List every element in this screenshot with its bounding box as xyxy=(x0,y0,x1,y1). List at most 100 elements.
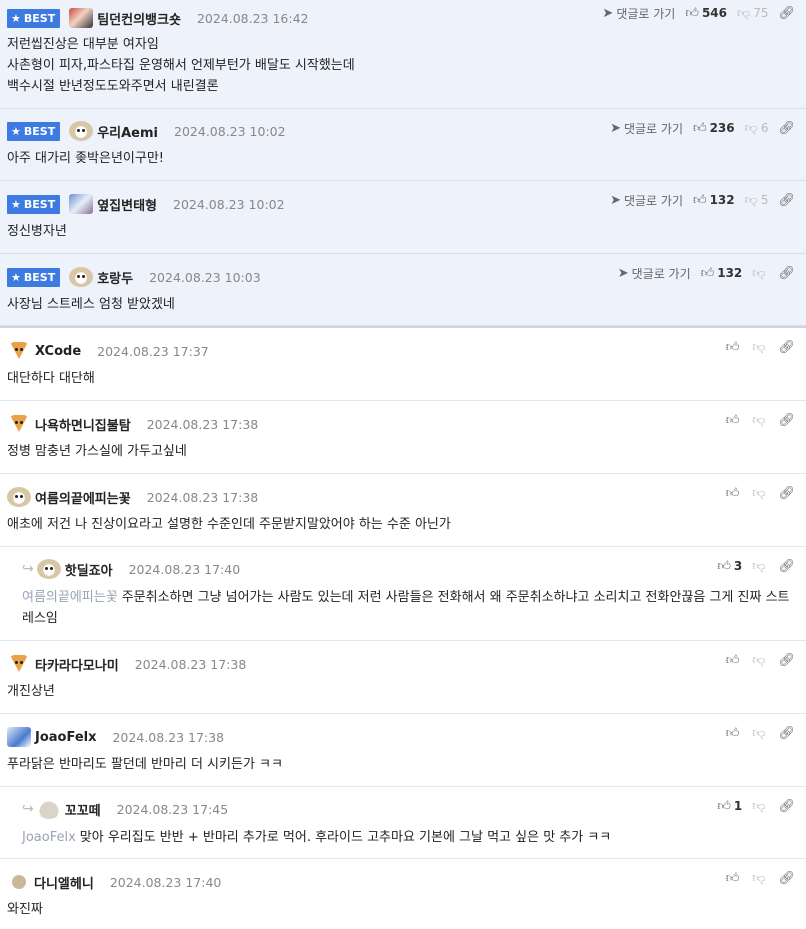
share-link-button[interactable]: 🔗︎ xyxy=(778,486,798,501)
comment: 다니엘헤니 2024.08.23 17:40 👍︎ 👎︎ 🔗︎ 와진짜 xyxy=(0,859,806,928)
nickname[interactable]: 나욕하면니집불탐 xyxy=(35,415,131,434)
like-button[interactable]: 👍︎ 236 xyxy=(693,121,735,136)
comment-body: 정병 맘충년 가스실에 가두고싶네 xyxy=(7,444,187,459)
goto-reply-link[interactable]: ➤ 댓글로 가기 xyxy=(602,5,675,22)
avatar[interactable] xyxy=(69,194,94,214)
comment-actions: 👍︎ 👎︎ 🔗︎ xyxy=(716,724,798,742)
best-badge: ★ BEST xyxy=(7,121,61,141)
share-link-button[interactable]: 🔗︎ xyxy=(778,799,798,814)
avatar[interactable] xyxy=(7,487,31,507)
comment-actions: ➤ 댓글로 가기 👍︎ 236 👎︎ 6 🔗︎ xyxy=(600,119,798,137)
avatar[interactable] xyxy=(36,559,61,579)
dislike-button[interactable]: 👎︎ 75 xyxy=(737,6,768,21)
dislike-button[interactable]: 👎︎ xyxy=(752,726,768,741)
nickname[interactable]: 우리Aemi xyxy=(97,122,158,141)
nickname[interactable]: 옆집변태형 xyxy=(97,195,157,214)
dislike-button[interactable]: 👎︎ xyxy=(752,340,768,355)
dislike-button[interactable]: 👎︎ xyxy=(752,486,768,501)
share-link-button[interactable]: 🔗︎ xyxy=(778,6,798,21)
link-icon: 🔗︎ xyxy=(778,798,795,814)
avatar[interactable] xyxy=(69,8,94,28)
like-button[interactable]: 👍︎ 546 xyxy=(685,6,727,21)
dislike-button[interactable]: 👎︎ xyxy=(752,413,768,428)
comment-date: 2024.08.23 17:38 xyxy=(146,489,259,505)
like-button[interactable]: 👍︎ xyxy=(726,871,743,886)
comment-date: 2024.08.23 10:02 xyxy=(174,123,286,139)
like-button[interactable]: 👍︎ 132 xyxy=(701,266,743,281)
comment-actions: 👍︎ 3 👎︎ 🔗︎ xyxy=(707,557,798,575)
nickname[interactable]: 다니엘헤니 xyxy=(34,873,94,892)
avatar[interactable] xyxy=(69,121,94,141)
avatar[interactable] xyxy=(12,875,26,889)
dislike-button[interactable]: 👎︎ 5 xyxy=(745,193,769,208)
avatar[interactable] xyxy=(7,654,31,674)
comment-actions: 👍︎ 👎︎ 🔗︎ xyxy=(716,411,798,429)
share-link-button[interactable]: 🔗︎ xyxy=(778,559,798,574)
nickname[interactable]: 팀던컨의뱅크숏 xyxy=(97,9,181,28)
like-button[interactable]: 👍︎ 132 xyxy=(693,193,735,208)
nickname[interactable]: 여름의끝에피는꽃 xyxy=(35,488,131,507)
thumbs-up-icon: 👍︎ xyxy=(725,870,740,886)
nickname[interactable]: XCode xyxy=(35,344,81,359)
goto-reply-link[interactable]: ➤ 댓글로 가기 xyxy=(618,265,691,282)
nickname[interactable]: JoaoFelx xyxy=(35,730,96,745)
link-icon: 🔗︎ xyxy=(778,652,795,668)
share-link-button[interactable]: 🔗︎ xyxy=(778,193,798,208)
like-button[interactable]: 👍︎ 1 xyxy=(717,799,742,814)
avatar[interactable] xyxy=(7,341,31,361)
comment-header: ★ BEST 팀던컨의뱅크숏 2024.08.23 16:42 xyxy=(7,8,309,28)
goto-reply-link[interactable]: ➤ 댓글로 가기 xyxy=(610,192,683,209)
reply-arrow-icon: ↪ xyxy=(22,801,34,817)
share-link-button[interactable]: 🔗︎ xyxy=(778,653,798,668)
avatar[interactable] xyxy=(7,414,31,434)
dislike-button[interactable]: 👎︎ 6 xyxy=(745,121,769,136)
comment: 나욕하면니집불탐 2024.08.23 17:38 👍︎ 👎︎ 🔗︎ 정병 맘충… xyxy=(0,401,806,474)
mention-link[interactable]: JoaoFelx xyxy=(22,830,76,845)
thumbs-up-icon: 👍︎ xyxy=(717,798,731,814)
share-link-button[interactable]: 🔗︎ xyxy=(778,871,798,886)
dislike-button[interactable]: 👎︎ xyxy=(752,653,768,668)
like-button[interactable]: 👍︎ 3 xyxy=(717,559,742,574)
like-button[interactable]: 👍︎ xyxy=(726,653,743,668)
avatar[interactable] xyxy=(36,799,61,819)
like-button[interactable]: 👍︎ xyxy=(726,340,743,355)
share-link-button[interactable]: 🔗︎ xyxy=(778,413,798,428)
dislike-button[interactable]: 👎︎ xyxy=(752,266,768,281)
share-link-button[interactable]: 🔗︎ xyxy=(778,340,798,355)
dislike-button[interactable]: 👎︎ xyxy=(752,871,768,886)
share-link-button[interactable]: 🔗︎ xyxy=(778,726,798,741)
comment-actions: 👍︎ 👎︎ 🔗︎ xyxy=(716,484,798,502)
dislike-button[interactable]: 👎︎ xyxy=(752,799,768,814)
star-icon: ★ xyxy=(11,197,21,211)
comment-header: ↪ 핫딜죠아 2024.08.23 17:40 xyxy=(22,559,240,579)
share-link-button[interactable]: 🔗︎ xyxy=(778,121,798,136)
share-link-button[interactable]: 🔗︎ xyxy=(778,266,798,281)
avatar[interactable] xyxy=(69,267,94,287)
send-arrow-icon: ➤ xyxy=(610,192,621,208)
comment-date: 2024.08.23 17:40 xyxy=(128,561,241,577)
nickname[interactable]: 타카라다모나미 xyxy=(35,655,119,674)
comment-header: 여름의끝에피는꽃 2024.08.23 17:38 xyxy=(7,487,258,507)
goto-reply-link[interactable]: ➤ 댓글로 가기 xyxy=(610,120,683,137)
avatar[interactable] xyxy=(7,727,31,747)
like-button[interactable]: 👍︎ xyxy=(726,486,743,501)
comment-actions: 👍︎ 👎︎ 🔗︎ xyxy=(716,869,798,887)
send-arrow-icon: ➤ xyxy=(617,265,629,281)
like-button[interactable]: 👍︎ xyxy=(726,413,743,428)
like-button[interactable]: 👍︎ xyxy=(726,726,743,741)
link-icon: 🔗︎ xyxy=(778,339,795,355)
comment-date: 2024.08.23 17:38 xyxy=(134,656,247,672)
comment-date: 2024.08.23 16:42 xyxy=(196,10,309,26)
comment-header: ★ BEST 호랑두 2024.08.23 10:03 xyxy=(7,267,261,287)
nickname[interactable]: 호랑두 xyxy=(97,268,133,287)
comment-date: 2024.08.23 17:37 xyxy=(97,343,209,359)
mention-link[interactable]: 여름의끝에피는꽃 xyxy=(22,590,118,605)
thumbs-up-icon: 👍︎ xyxy=(692,120,707,136)
thumbs-down-icon: 👎︎ xyxy=(752,870,766,886)
link-icon: 🔗︎ xyxy=(778,725,795,741)
comment-header: 타카라다모나미 2024.08.23 17:38 xyxy=(7,654,246,674)
thumbs-up-icon: 👍︎ xyxy=(725,412,740,428)
dislike-button[interactable]: 👎︎ xyxy=(752,559,768,574)
nickname[interactable]: 꼬꼬떼 xyxy=(65,800,101,819)
nickname[interactable]: 핫딜죠아 xyxy=(65,560,113,579)
